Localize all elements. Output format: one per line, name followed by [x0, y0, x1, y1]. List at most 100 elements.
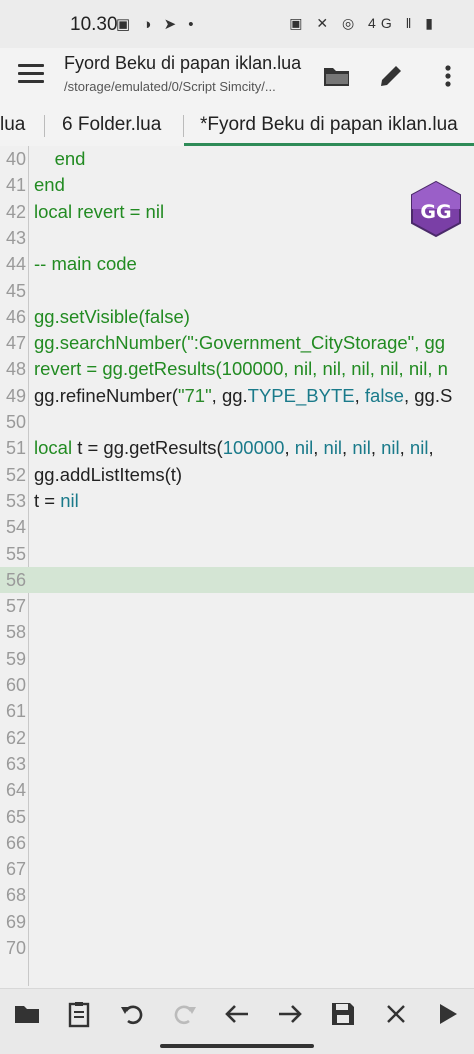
code-line[interactable]: 67	[0, 856, 474, 882]
code-text: local revert = nil	[34, 200, 165, 222]
code-line[interactable]: 58	[0, 619, 474, 645]
code-text: revert = gg.getResults(100000, nil, nil,…	[34, 358, 448, 380]
line-number: 65	[5, 806, 26, 827]
status-time: 10.30	[70, 14, 118, 35]
line-number: 70	[5, 938, 26, 958]
clipboard-icon[interactable]	[64, 999, 94, 1029]
line-number: 58	[5, 622, 26, 643]
line-number: 44	[5, 254, 26, 275]
line-number: 54	[5, 517, 26, 538]
file-tabs: lua 6 Folder.lua *Fyord Beku di papan ik…	[0, 104, 474, 147]
hamburger-menu-icon[interactable]	[18, 64, 44, 88]
code-line[interactable]: 48 revert = gg.getResults(100000, nil, ni…	[0, 356, 474, 382]
line-number: 59	[5, 648, 26, 669]
code-line[interactable]: 62	[0, 725, 474, 751]
code-line[interactable]: 55	[0, 541, 474, 567]
code-line[interactable]: 46 gg.setVisible(false)	[0, 304, 474, 330]
undo-icon[interactable]	[117, 999, 147, 1029]
code-line[interactable]: 64	[0, 777, 474, 803]
more-vert-icon[interactable]	[432, 60, 464, 92]
code-line[interactable]: 45	[0, 278, 474, 304]
line-number: 46	[5, 306, 26, 327]
code-line[interactable]: 57	[0, 593, 474, 619]
redo-icon[interactable]	[170, 999, 200, 1029]
line-number: 45	[5, 280, 26, 301]
line-number: 53	[5, 490, 26, 511]
code-line[interactable]: 42 local revert = nil	[0, 199, 474, 225]
code-line[interactable]: 52 gg.addListItems(t)	[0, 462, 474, 488]
code-line[interactable]: 60	[0, 672, 474, 698]
code-line[interactable]: 44 -- main code	[0, 251, 474, 277]
status-right-icons: ▣ ✕ ◎ 4G ‖ ▮	[289, 15, 438, 31]
gesture-nav-bar[interactable]	[160, 1044, 314, 1048]
code-line[interactable]: 40 end	[0, 146, 474, 172]
line-number: 57	[5, 596, 26, 617]
play-icon[interactable]	[432, 999, 462, 1029]
code-line[interactable]: 69	[0, 909, 474, 935]
line-number: 62	[5, 727, 26, 748]
line-number: 69	[5, 911, 26, 932]
open-folder-icon[interactable]	[321, 60, 353, 92]
edit-pencil-icon[interactable]	[375, 60, 407, 92]
code-line[interactable]: 49 gg.refineNumber("71", gg.TYPE_BYTE, fa…	[0, 383, 474, 409]
tab-fyord-beku[interactable]: *Fyord Beku di papan iklan.lua	[184, 104, 474, 146]
code-line[interactable]: 43	[0, 225, 474, 251]
code-line[interactable]: 70	[0, 935, 474, 961]
gameguardian-logo-icon[interactable]: GG	[410, 180, 462, 238]
line-number: 60	[5, 675, 26, 695]
file-title: Fyord Beku di papan iklan.lua	[64, 53, 302, 73]
code-text: end	[54, 148, 86, 169]
folder-icon[interactable]	[12, 999, 42, 1029]
line-number: 61	[5, 701, 26, 722]
code-line[interactable]: 68	[0, 882, 474, 908]
line-number: 48	[5, 359, 26, 380]
line-number: 47	[5, 333, 26, 354]
save-icon[interactable]	[328, 999, 358, 1029]
file-path: /storage/emulated/0/Script Simcity/...	[64, 79, 276, 94]
arrow-right-icon[interactable]	[275, 999, 305, 1029]
status-bar: 10.30 ▣ ◑ ➤ • ▣ ✕ ◎ 4G ‖ ▮	[0, 0, 474, 48]
line-number: 55	[5, 543, 26, 564]
code-line[interactable]: 65	[0, 804, 474, 830]
line-number: 63	[5, 753, 26, 774]
code-text: -- main code	[34, 253, 137, 275]
code-line[interactable]: 51 local t = gg.getResults(100000, nil, n…	[0, 435, 474, 461]
logo-text: GG	[420, 201, 451, 223]
code-line[interactable]: 50	[0, 409, 474, 435]
line-number: 43	[5, 227, 26, 248]
code-text: end	[34, 174, 65, 196]
code-text: gg.refineNumber("71", gg.TYPE_BYTE, fals…	[34, 384, 453, 406]
line-number: 64	[5, 780, 26, 801]
code-line[interactable]: 53 t = nil	[0, 488, 474, 514]
code-text: gg.addListItems(t)	[34, 463, 183, 485]
app-bar: Fyord Beku di papan iklan.lua /storage/e…	[0, 48, 474, 104]
line-number: 50	[5, 412, 26, 432]
code-line[interactable]: 66	[0, 830, 474, 856]
code-editor[interactable]: 40 end 41 end 42 local revert = nil 43 44 -- ma…	[0, 146, 474, 986]
close-icon[interactable]	[381, 999, 411, 1029]
code-line[interactable]: 59	[0, 646, 474, 672]
line-number: 40	[5, 149, 26, 169]
arrow-left-icon[interactable]	[222, 999, 252, 1029]
line-number: 56	[5, 569, 26, 590]
code-text: t = nil	[34, 489, 79, 511]
line-number: 41	[5, 175, 26, 196]
code-line[interactable]: 47 gg.searchNumber(":Government_CityStora…	[0, 330, 474, 356]
status-left-icons: ▣ ◑ ➤ •	[116, 16, 198, 33]
line-number: 67	[5, 859, 26, 880]
line-number: 42	[5, 201, 26, 222]
code-text: gg.setVisible(false)	[34, 305, 190, 327]
code-line[interactable]: 54	[0, 514, 474, 540]
code-text: gg.searchNumber(":Government_CityStorage…	[34, 332, 446, 354]
code-line[interactable]: 61	[0, 698, 474, 724]
line-number: 49	[5, 385, 26, 406]
line-number: 52	[5, 464, 26, 485]
line-number: 68	[5, 885, 26, 906]
line-number: 51	[5, 438, 26, 459]
code-line[interactable]: 63	[0, 751, 474, 777]
tab-lua[interactable]: lua	[0, 104, 25, 146]
code-line[interactable]: 56	[0, 566, 474, 594]
line-number: 66	[5, 832, 26, 853]
tab-6-folder[interactable]: 6 Folder.lua	[62, 104, 161, 146]
code-line[interactable]: 41 end	[0, 172, 474, 198]
